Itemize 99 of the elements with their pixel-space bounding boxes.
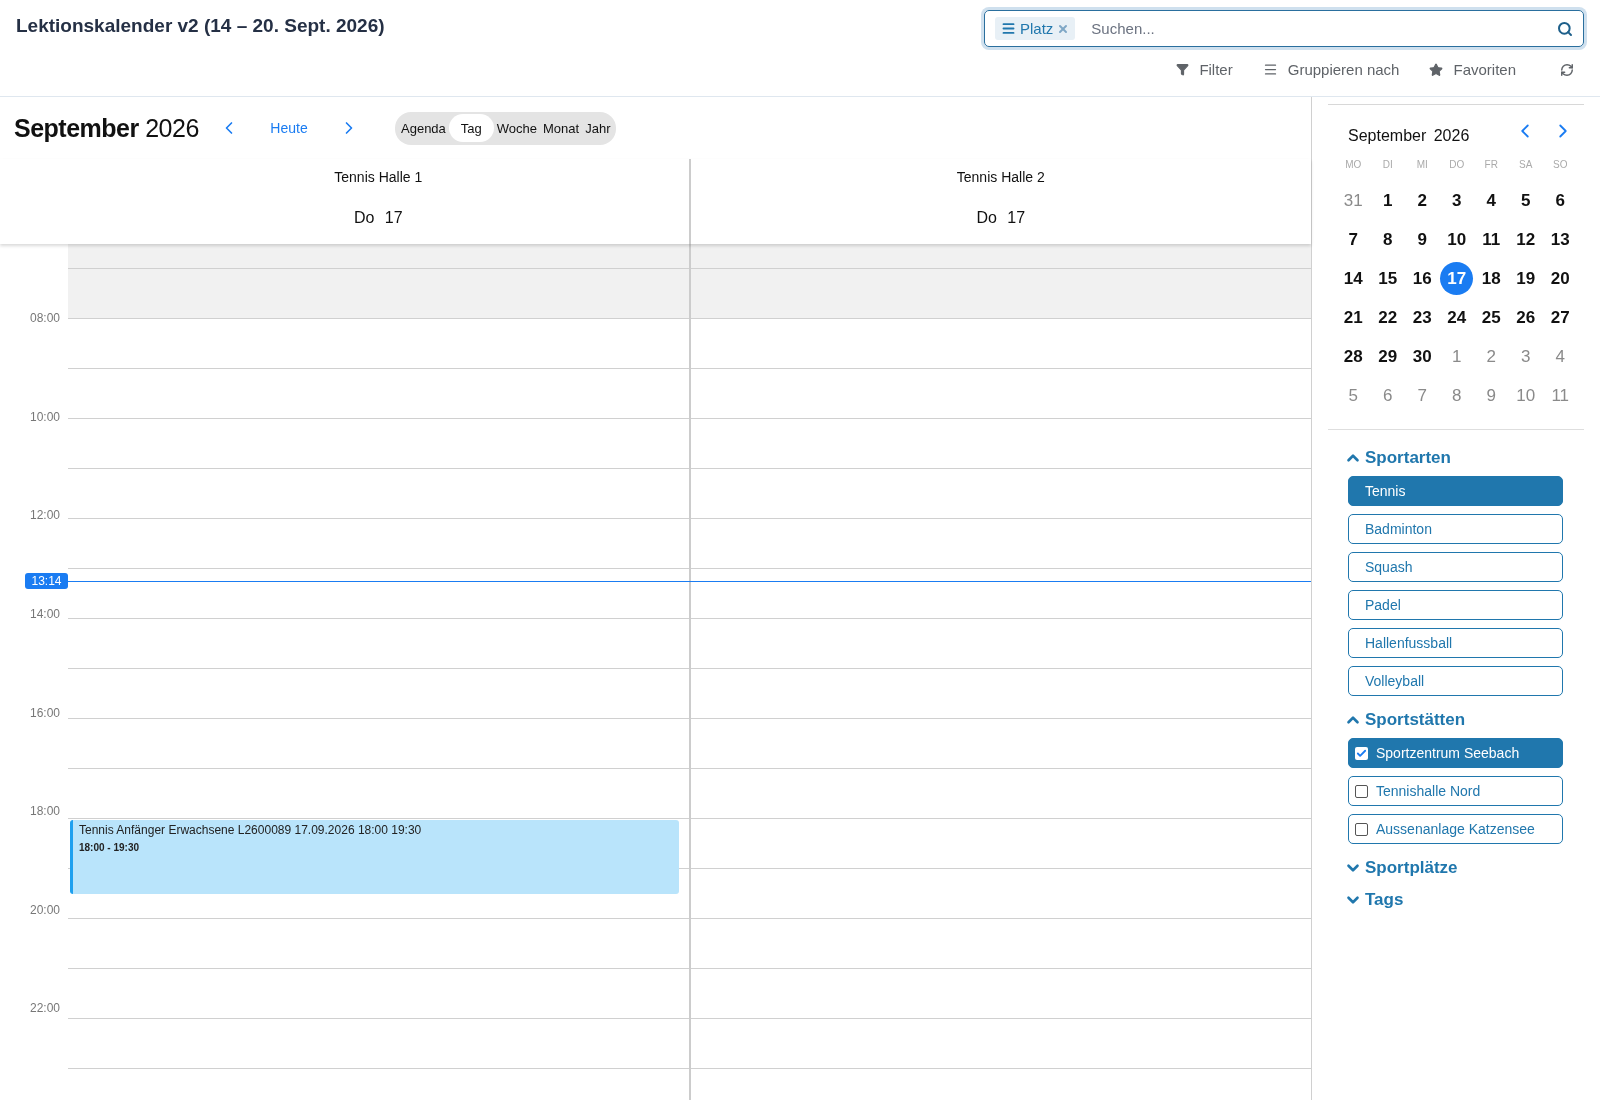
time-label: 10:00 [29, 409, 60, 424]
filter-button[interactable]: Tennis [1348, 476, 1563, 506]
calendar-day[interactable]: 8 [1371, 223, 1405, 256]
star-icon [1429, 62, 1444, 77]
calendar-day[interactable]: 23 [1405, 301, 1439, 334]
refresh-button[interactable] [1560, 61, 1574, 78]
time-label: 18:00 [29, 804, 60, 819]
calendar-day[interactable]: 29 [1371, 340, 1405, 373]
calendar-day[interactable]: 26 [1509, 301, 1543, 334]
time-label: 20:00 [29, 902, 60, 917]
calendar-day[interactable]: 17 [1440, 262, 1474, 295]
day-label: Do 17 [353, 209, 403, 227]
calendar-day[interactable]: 25 [1474, 301, 1508, 334]
weekday-label: FR [1484, 159, 1498, 170]
time-label: 14:00 [29, 606, 60, 621]
refresh-icon [1560, 62, 1574, 77]
today-button[interactable]: Heute [239, 119, 339, 137]
weekday-label: SA [1519, 159, 1533, 170]
calendar-day[interactable]: 19 [1509, 262, 1543, 295]
checkbox-label: Sportzentrum Seebach [1376, 745, 1520, 761]
calendar-day[interactable]: 2 [1474, 340, 1508, 373]
favorites-button[interactable]: Favoriten [1429, 61, 1516, 78]
weekday-label: DI [1382, 159, 1393, 170]
facet-label: Platz [1020, 20, 1054, 37]
calendar-day[interactable]: 5 [1509, 184, 1543, 217]
view-tab[interactable]: Jahr [582, 114, 614, 142]
calendar-day[interactable]: 20 [1543, 262, 1577, 295]
month-title: September 2026 [14, 113, 200, 143]
filter-button[interactable]: Badminton [1348, 514, 1563, 544]
search-facet[interactable]: Platz [995, 17, 1076, 40]
checkbox-label: Aussenanlage Katzensee [1376, 821, 1535, 837]
calendar-day[interactable]: 27 [1543, 301, 1577, 334]
calendar-day[interactable]: 4 [1474, 184, 1508, 217]
weekday-label: DO [1449, 159, 1465, 170]
page-title: Lektionskalender v2 (14 – 20. Sept. 2026) [16, 14, 385, 38]
filter-icon [1176, 63, 1190, 76]
group-button[interactable]: Gruppieren nach [1262, 61, 1400, 78]
list-icon [1262, 62, 1278, 77]
calendar-day[interactable]: 13 [1543, 223, 1577, 256]
calendar-day[interactable]: 15 [1371, 262, 1405, 295]
weekday-label: MO [1345, 159, 1362, 170]
section-toggle[interactable]: Sportarten [1344, 448, 1584, 468]
day-label: Do 17 [976, 209, 1026, 227]
current-time-badge: 13:14 [25, 572, 68, 589]
search-icon[interactable] [1557, 20, 1573, 37]
calendar-day[interactable]: 3 [1440, 184, 1474, 217]
calendar-day[interactable]: 21 [1336, 301, 1370, 334]
calendar-day[interactable]: 9 [1405, 223, 1439, 256]
view-tab[interactable]: Monat [540, 114, 583, 142]
search-field[interactable]: Platz Suchen... [984, 10, 1584, 47]
time-label: 12:00 [29, 508, 60, 523]
section-toggle[interactable]: Sportstätten [1344, 710, 1584, 730]
section-toggle[interactable]: Sportplätze [1344, 858, 1584, 878]
filter-button[interactable]: Volleyball [1348, 666, 1563, 696]
time-label: 16:00 [29, 705, 60, 720]
time-label: 22:00 [29, 1001, 60, 1016]
resource-name: Tennis Halle 2 [956, 169, 1045, 185]
view-tab[interactable]: Agenda [398, 114, 449, 142]
calendar-day[interactable]: 6 [1371, 379, 1405, 412]
calendar-day[interactable]: 8 [1440, 379, 1474, 412]
calendar-day[interactable]: 16 [1405, 262, 1439, 295]
calendar-day[interactable]: 10 [1440, 223, 1474, 256]
filter-button[interactable]: Padel [1348, 590, 1563, 620]
checkbox[interactable] [1355, 822, 1368, 836]
calendar-day[interactable]: 18 [1474, 262, 1508, 295]
calendar-day[interactable]: 11 [1474, 223, 1508, 256]
checkbox[interactable] [1355, 746, 1368, 760]
filter-button[interactable]: Squash [1348, 552, 1563, 582]
checkbox-label: Tennishalle Nord [1376, 783, 1481, 799]
view-tab[interactable]: Tag [448, 114, 494, 142]
filter-checkbox[interactable]: Sportzentrum Seebach [1348, 738, 1563, 768]
list-icon [1001, 21, 1016, 36]
filter-checkbox[interactable]: Tennishalle Nord [1348, 776, 1563, 806]
calendar-day[interactable]: 9 [1474, 379, 1508, 412]
checkbox[interactable] [1355, 784, 1368, 798]
filter-button[interactable]: Hallenfussball [1348, 628, 1563, 658]
calendar-day[interactable]: 24 [1440, 301, 1474, 334]
time-label: 08:00 [29, 311, 60, 325]
event-title: Tennis Anfänger Erwachsene L2600089 17.09.2026 18:00 19:30 [79, 823, 423, 837]
filter-checkbox[interactable]: Aussenanlage Katzensee [1348, 814, 1563, 844]
mini-calendar-title: September 2026 [1348, 126, 1471, 145]
calendar-day[interactable]: 28 [1336, 340, 1370, 373]
resource-name: Tennis Halle 1 [334, 169, 423, 185]
calendar-day[interactable]: 14 [1336, 262, 1370, 295]
filter-button[interactable]: Filter [1176, 61, 1233, 78]
calendar-day[interactable]: 12 [1509, 223, 1543, 256]
weekday-label: SO [1553, 159, 1568, 170]
calendar-day[interactable]: 6 [1543, 184, 1577, 217]
section-toggle[interactable]: Tags [1344, 890, 1584, 910]
calendar-day[interactable]: 22 [1371, 301, 1405, 334]
view-tab[interactable]: Woche [493, 114, 541, 142]
calendar-day[interactable]: 30 [1405, 340, 1439, 373]
calendar-day[interactable]: 3 [1509, 340, 1543, 373]
event-time: 18:00 - 19:30 [79, 842, 141, 853]
calendar-day[interactable]: 7 [1336, 223, 1370, 256]
calendar-event[interactable]: Tennis Anfänger Erwachsene L2600089 17.09.2026 18:00 19:30 18:00 - 19:30 [70, 820, 679, 894]
weekday-label: MI [1416, 159, 1428, 170]
calendar-day[interactable]: 2 [1405, 184, 1439, 217]
calendar-day[interactable]: 1 [1371, 184, 1405, 217]
